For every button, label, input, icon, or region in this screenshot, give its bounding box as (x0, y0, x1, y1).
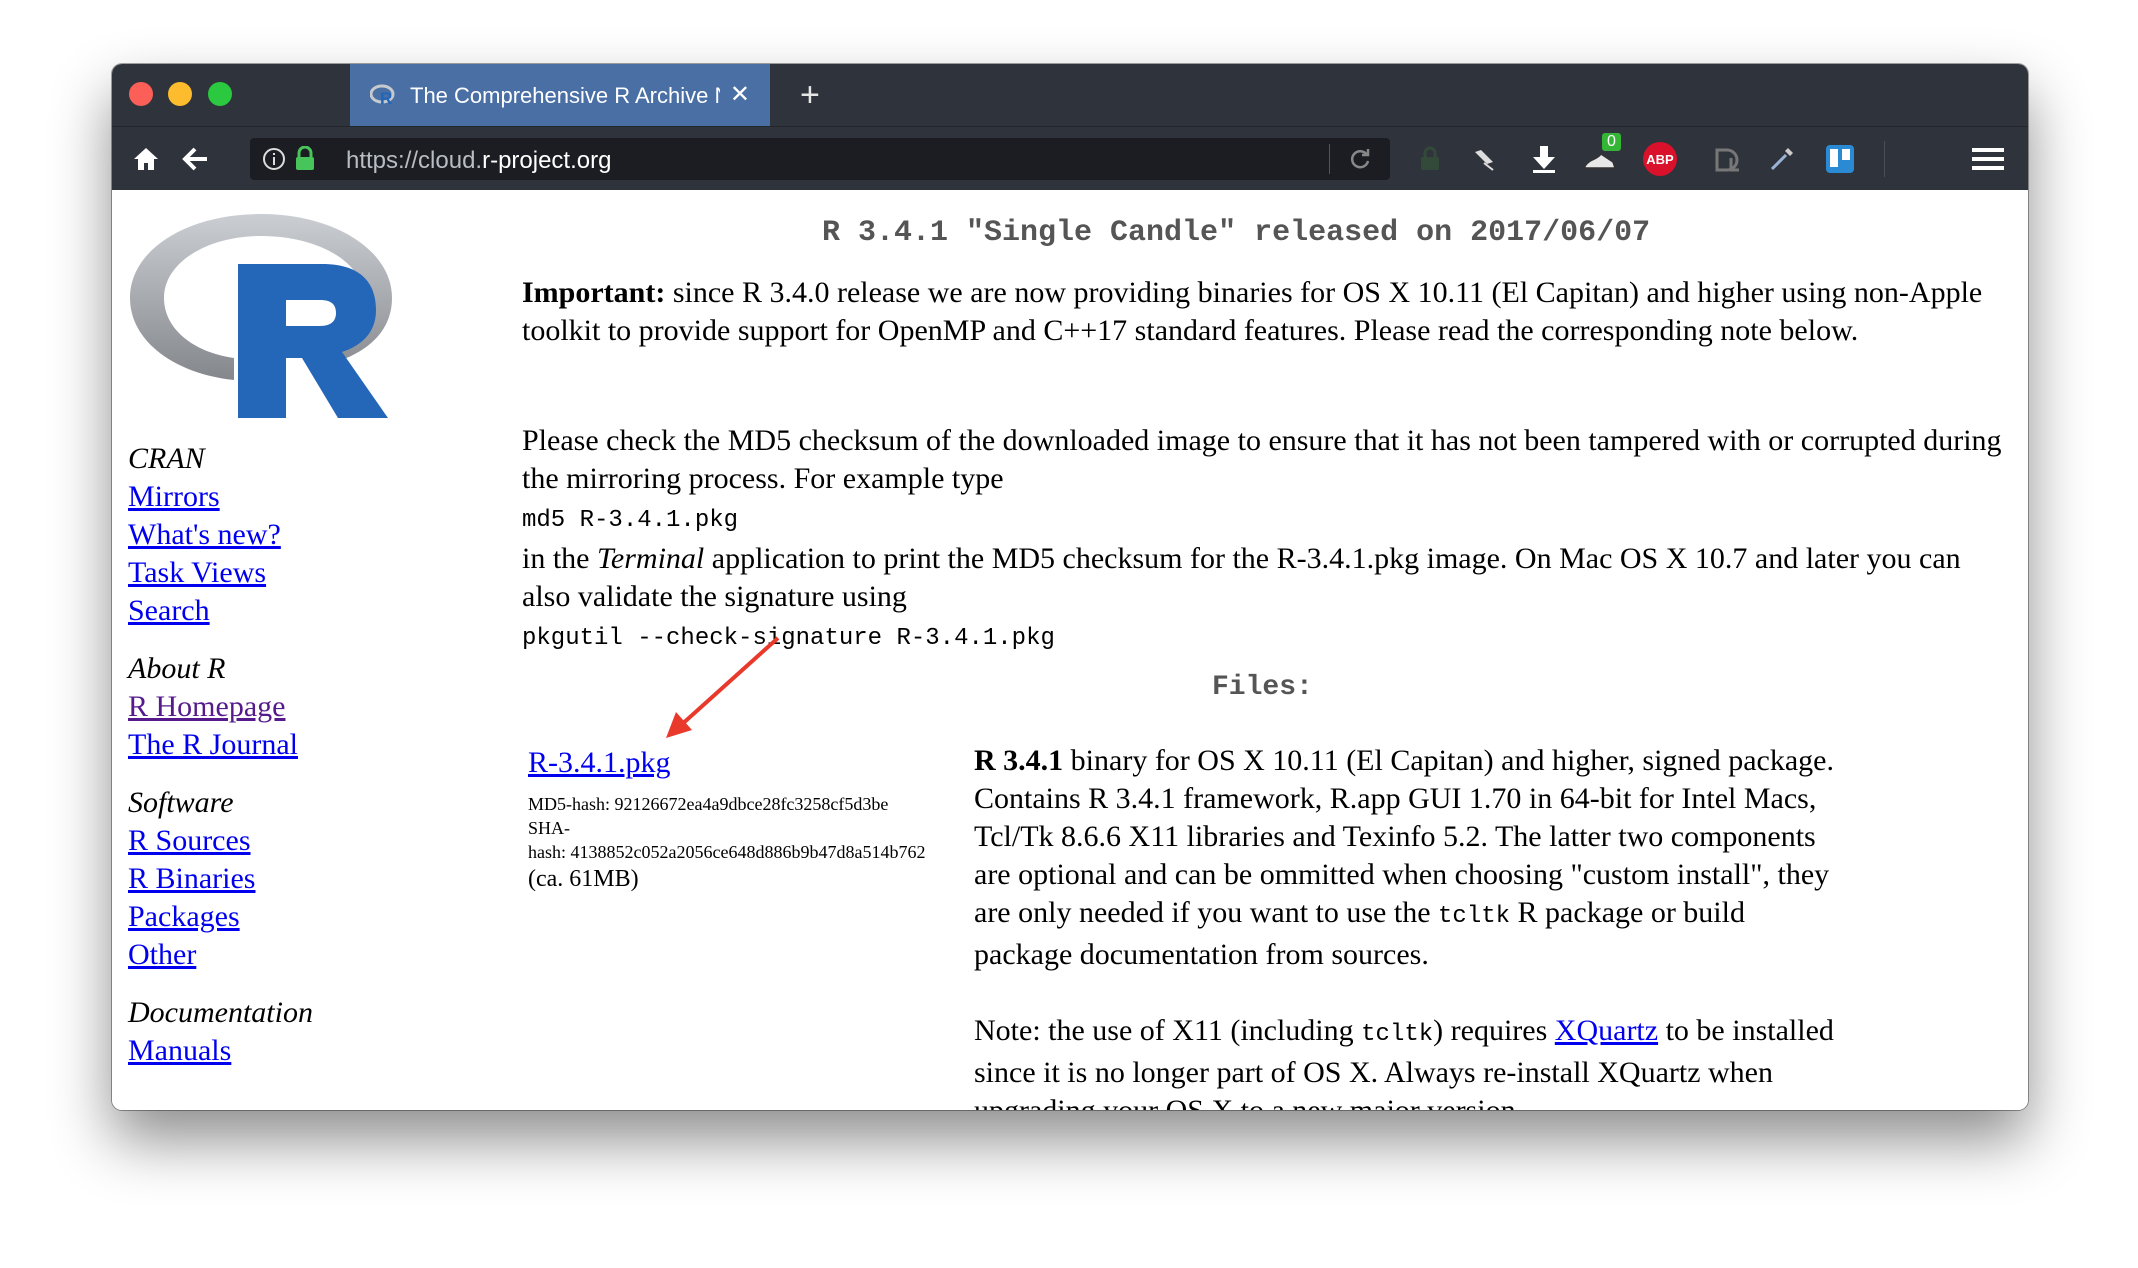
nav-toolbar: https://cloud.r-project.org 0 ABP (112, 126, 2028, 191)
home-icon (134, 148, 158, 170)
sidebar-link-mirrors[interactable]: Mirrors (128, 478, 388, 516)
adblock-icon: ABP (1643, 142, 1677, 176)
note-pre: Note: the use of X11 (including (974, 1014, 1362, 1047)
hamburger-menu-icon (1972, 148, 2004, 170)
downloads-button[interactable] (1524, 139, 1564, 179)
locked-extension-button[interactable] (1410, 139, 1450, 179)
extension-badge: 0 (1602, 133, 1621, 151)
xquartz-note: Note: the use of X11 (including tcltk) r… (974, 1012, 1834, 1110)
note-mid: ) requires (1433, 1014, 1555, 1047)
pkgutil-command: pkgutil --check-signature R-3.4.1.pkg (522, 625, 1055, 652)
grey-extension-button[interactable] (1708, 139, 1748, 179)
secure-lock-icon[interactable] (294, 146, 316, 172)
tab-close-icon[interactable]: ✕ (730, 80, 750, 109)
md5-intro: Please check the MD5 checksum of the dow… (522, 424, 2002, 495)
files-heading: Files: (1212, 672, 1313, 703)
tab-cran[interactable]: R The Comprehensive R Archive Network ✕ (350, 64, 770, 126)
page-content: CRAN Mirrors What's new? Task Views Sear… (112, 190, 2028, 1110)
adblock-button[interactable]: ABP (1640, 139, 1680, 179)
pin-extension-button[interactable] (1464, 139, 1504, 179)
description-paragraph: R 3.4.1 binary for OS X 10.11 (El Capita… (974, 742, 1834, 974)
sidebar-section-cran: CRAN Mirrors What's new? Task Views Sear… (128, 440, 388, 630)
sidebar-link-r-homepage[interactable]: R Homepage (128, 688, 388, 726)
menu-button[interactable] (1968, 139, 2008, 179)
release-title: R 3.4.1 "Single Candle" released on 2017… (822, 216, 1651, 250)
sidebar-section-documentation: Documentation Manuals (128, 994, 388, 1070)
sidebar-link-packages[interactable]: Packages (128, 898, 388, 936)
back-button[interactable] (176, 139, 216, 179)
info-icon[interactable] (262, 147, 286, 171)
url-prefix: https://cloud. (346, 147, 483, 174)
md5-command: md5 R-3.4.1.pkg (522, 507, 739, 534)
trello-button[interactable] (1820, 139, 1860, 179)
sidebar-link-r-journal[interactable]: The R Journal (128, 726, 388, 764)
extension-sneaker-button[interactable]: 0 (1580, 133, 1621, 179)
r-logo-favicon-icon: R (370, 84, 395, 107)
sha-label: SHA- (528, 818, 571, 838)
url-text: https://cloud.r-project.org (346, 147, 611, 175)
eyedropper-button[interactable] (1762, 139, 1802, 179)
important-text: since R 3.4.0 release we are now providi… (522, 276, 1983, 347)
package-description: R 3.4.1 binary for OS X 10.11 (El Capita… (974, 742, 1834, 1110)
hash-info: MD5-hash: 92126672ea4a9dbce28fc3258cf5d3… (528, 792, 968, 894)
sidebar-section-about: About R R Homepage The R Journal (128, 650, 388, 764)
sidebar-link-r-sources[interactable]: R Sources (128, 822, 388, 860)
r-pkg-download-link[interactable]: R-3.4.1.pkg (528, 746, 671, 780)
sidebar-heading-documentation: Documentation (128, 996, 313, 1029)
reload-icon[interactable] (1348, 147, 1372, 171)
zoom-window-button[interactable] (208, 82, 232, 106)
sidebar-section-software: Software R Sources R Binaries Packages O… (128, 784, 388, 974)
lock-extension-icon (1421, 146, 1439, 170)
address-bar[interactable]: https://cloud.r-project.org (250, 138, 1390, 180)
annotation-arrow (666, 636, 780, 738)
home-button[interactable] (126, 139, 166, 179)
package-size: (ca. 61MB) (528, 866, 639, 892)
minimize-window-button[interactable] (168, 82, 192, 106)
sidebar-heading-software: Software (128, 786, 234, 819)
tab-title: The Comprehensive R Archive Network (410, 83, 720, 108)
sha-hash: hash: 4138852c052a2056ce648d886b9b47d8a5… (528, 842, 926, 862)
description-version: R 3.4.1 (974, 744, 1064, 777)
terminal-post: application to print the MD5 checksum fo… (522, 542, 1961, 613)
title-bar: R The Comprehensive R Archive Network ✕ … (112, 64, 2028, 126)
urlbar-divider (1329, 144, 1330, 174)
sidebar-link-search[interactable]: Search (128, 592, 388, 630)
svg-text:R: R (380, 89, 392, 107)
main-column: R 3.4.1 "Single Candle" released on 2017… (522, 190, 2012, 1110)
sidebar-heading-cran: CRAN (128, 442, 205, 475)
sidebar-link-whats-new[interactable]: What's new? (128, 516, 388, 554)
note-tcltk: tcltk (1361, 1021, 1434, 1048)
md5-hash: MD5-hash: 92126672ea4a9dbce28fc3258cf5d3… (528, 794, 889, 814)
toolbar-divider (1884, 141, 1885, 177)
download-arrow-icon (1533, 146, 1555, 173)
terminal-pre: in the (522, 542, 597, 575)
close-window-button[interactable] (129, 82, 153, 106)
terminal-word: Terminal (597, 542, 705, 575)
back-arrow-icon (182, 147, 207, 171)
description-tcltk: tcltk (1438, 903, 1511, 930)
xquartz-link[interactable]: XQuartz (1555, 1014, 1658, 1047)
browser-window: R The Comprehensive R Archive Network ✕ … (112, 64, 2028, 1110)
trello-icon (1826, 145, 1854, 173)
sidebar-link-other[interactable]: Other (128, 936, 388, 974)
r-logo (130, 214, 392, 418)
sidebar-heading-about: About R (128, 652, 226, 685)
eyedropper-icon (1770, 148, 1793, 171)
md5-instructions: Please check the MD5 checksum of the dow… (522, 422, 2012, 658)
important-notice: Important: since R 3.4.0 release we are … (522, 274, 2012, 350)
pin-icon (1475, 150, 1494, 171)
sidebar-nav: CRAN Mirrors What's new? Task Views Sear… (128, 440, 388, 1070)
dl-extension-icon (1715, 148, 1739, 172)
new-tab-button[interactable]: + (800, 76, 820, 115)
sidebar-link-manuals[interactable]: Manuals (128, 1032, 388, 1070)
url-host: r-project.org (482, 147, 612, 174)
sidebar-link-task-views[interactable]: Task Views (128, 554, 388, 592)
sidebar-link-r-binaries[interactable]: R Binaries (128, 860, 388, 898)
important-label: Important: (522, 276, 666, 309)
